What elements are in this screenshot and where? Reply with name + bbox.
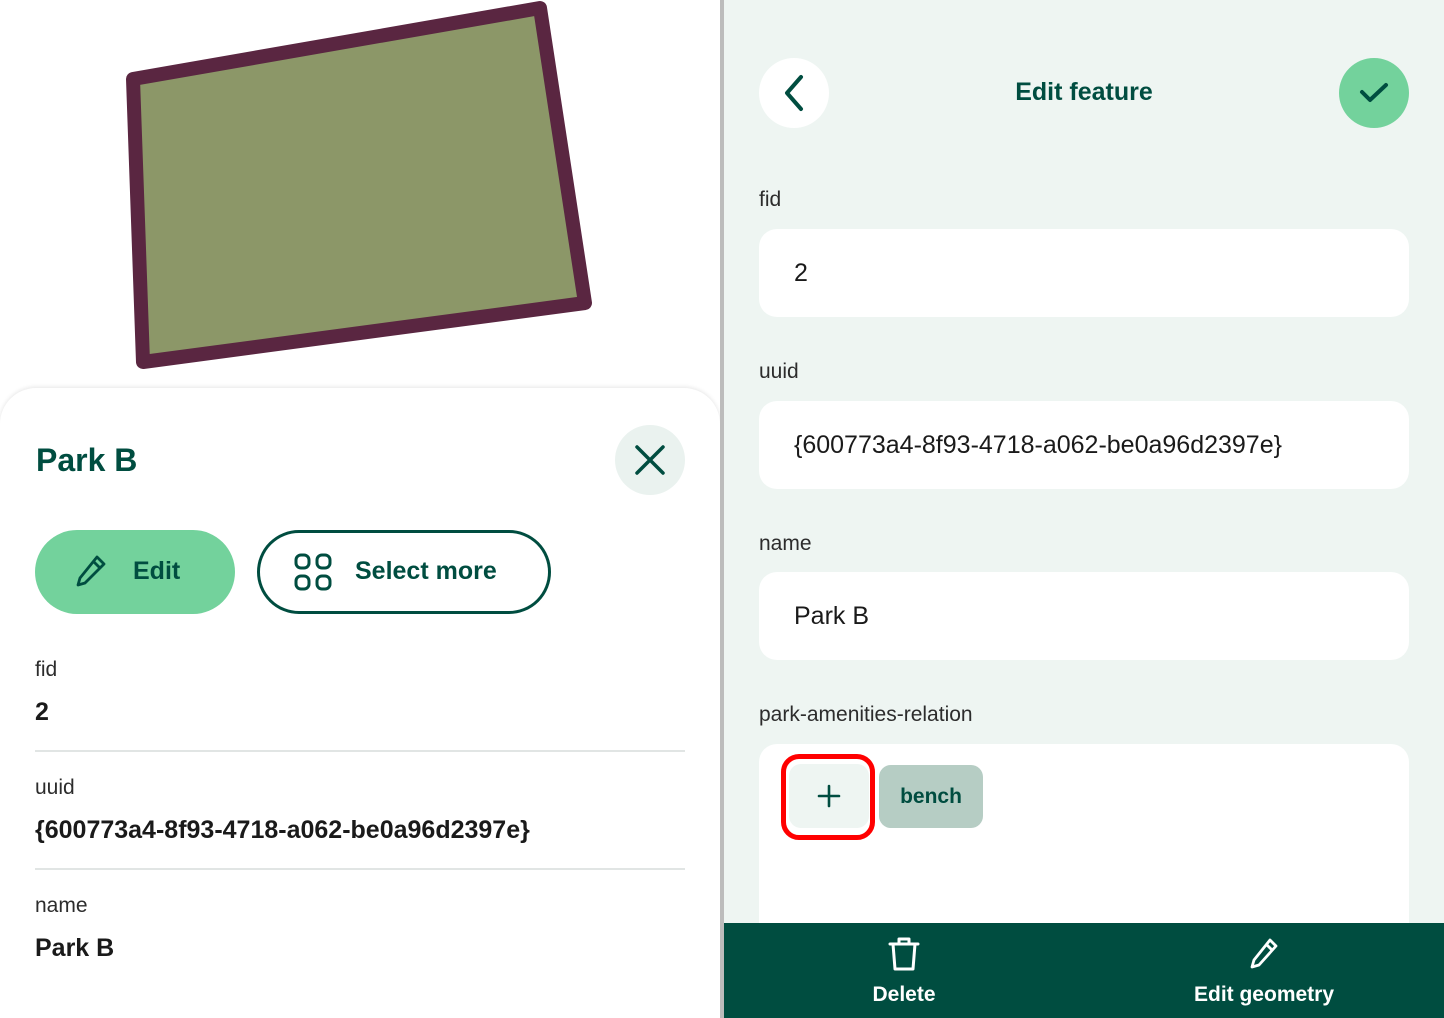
field-label-name: name (759, 532, 812, 555)
edit-feature-pane: Edit feature fid uuid name park-amenitie… (724, 0, 1444, 1018)
park-polygon[interactable] (126, 1, 592, 369)
close-button[interactable] (615, 425, 685, 495)
bottom-toolbar: Delete Edit geometry (724, 923, 1444, 1018)
attribute-row-uuid: uuid {600773a4-8f93-4718-a062-be0a96d239… (35, 776, 685, 870)
attribute-key: name (35, 894, 88, 917)
trash-icon (888, 937, 920, 971)
select-more-button[interactable]: Select more (257, 530, 551, 614)
feature-info-sheet: Park B Edit Select more fid 2 uuid {6007… (0, 388, 720, 1018)
highlight-marker (781, 754, 875, 840)
edit-button-label: Edit (133, 557, 181, 585)
edit-geometry-button[interactable]: Edit geometry (1164, 923, 1364, 1018)
grid-icon (294, 553, 332, 591)
edit-geometry-label: Edit geometry (1193, 983, 1335, 1006)
pencil-icon (1250, 938, 1278, 969)
attribute-key: fid (35, 658, 58, 681)
fid-field[interactable] (759, 229, 1409, 317)
attribute-value: {600773a4-8f93-4718-a062-be0a96d2397e} (35, 816, 530, 844)
edit-button[interactable]: Edit (35, 530, 235, 614)
delete-label: Delete (872, 983, 936, 1006)
save-button[interactable] (1339, 58, 1409, 128)
field-label-uuid: uuid (759, 360, 799, 383)
divider-line (35, 750, 685, 752)
divider-line (35, 868, 685, 870)
uuid-field[interactable] (759, 401, 1409, 489)
pencil-icon (76, 555, 106, 587)
feature-preview-pane: Park B Edit Select more fid 2 uuid {6007… (0, 0, 720, 1018)
checkmark-icon (1360, 83, 1388, 102)
map-canvas[interactable] (0, 0, 720, 400)
attribute-value: 2 (35, 698, 49, 726)
attribute-row-fid: fid 2 (35, 658, 685, 752)
field-label-relation: park-amenities-relation (759, 703, 973, 726)
select-more-label: Select more (355, 557, 497, 585)
attribute-key: uuid (35, 776, 75, 799)
attribute-value: Park B (35, 934, 115, 962)
attribute-row-name: name Park B (35, 894, 685, 963)
page-title: Edit feature (1015, 78, 1153, 106)
field-label-fid: fid (759, 188, 782, 211)
delete-button[interactable]: Delete (844, 923, 964, 1018)
related-feature-chip[interactable]: bench (879, 765, 983, 828)
close-icon (635, 445, 665, 475)
feature-title: Park B (36, 442, 138, 478)
name-field[interactable] (759, 572, 1409, 660)
